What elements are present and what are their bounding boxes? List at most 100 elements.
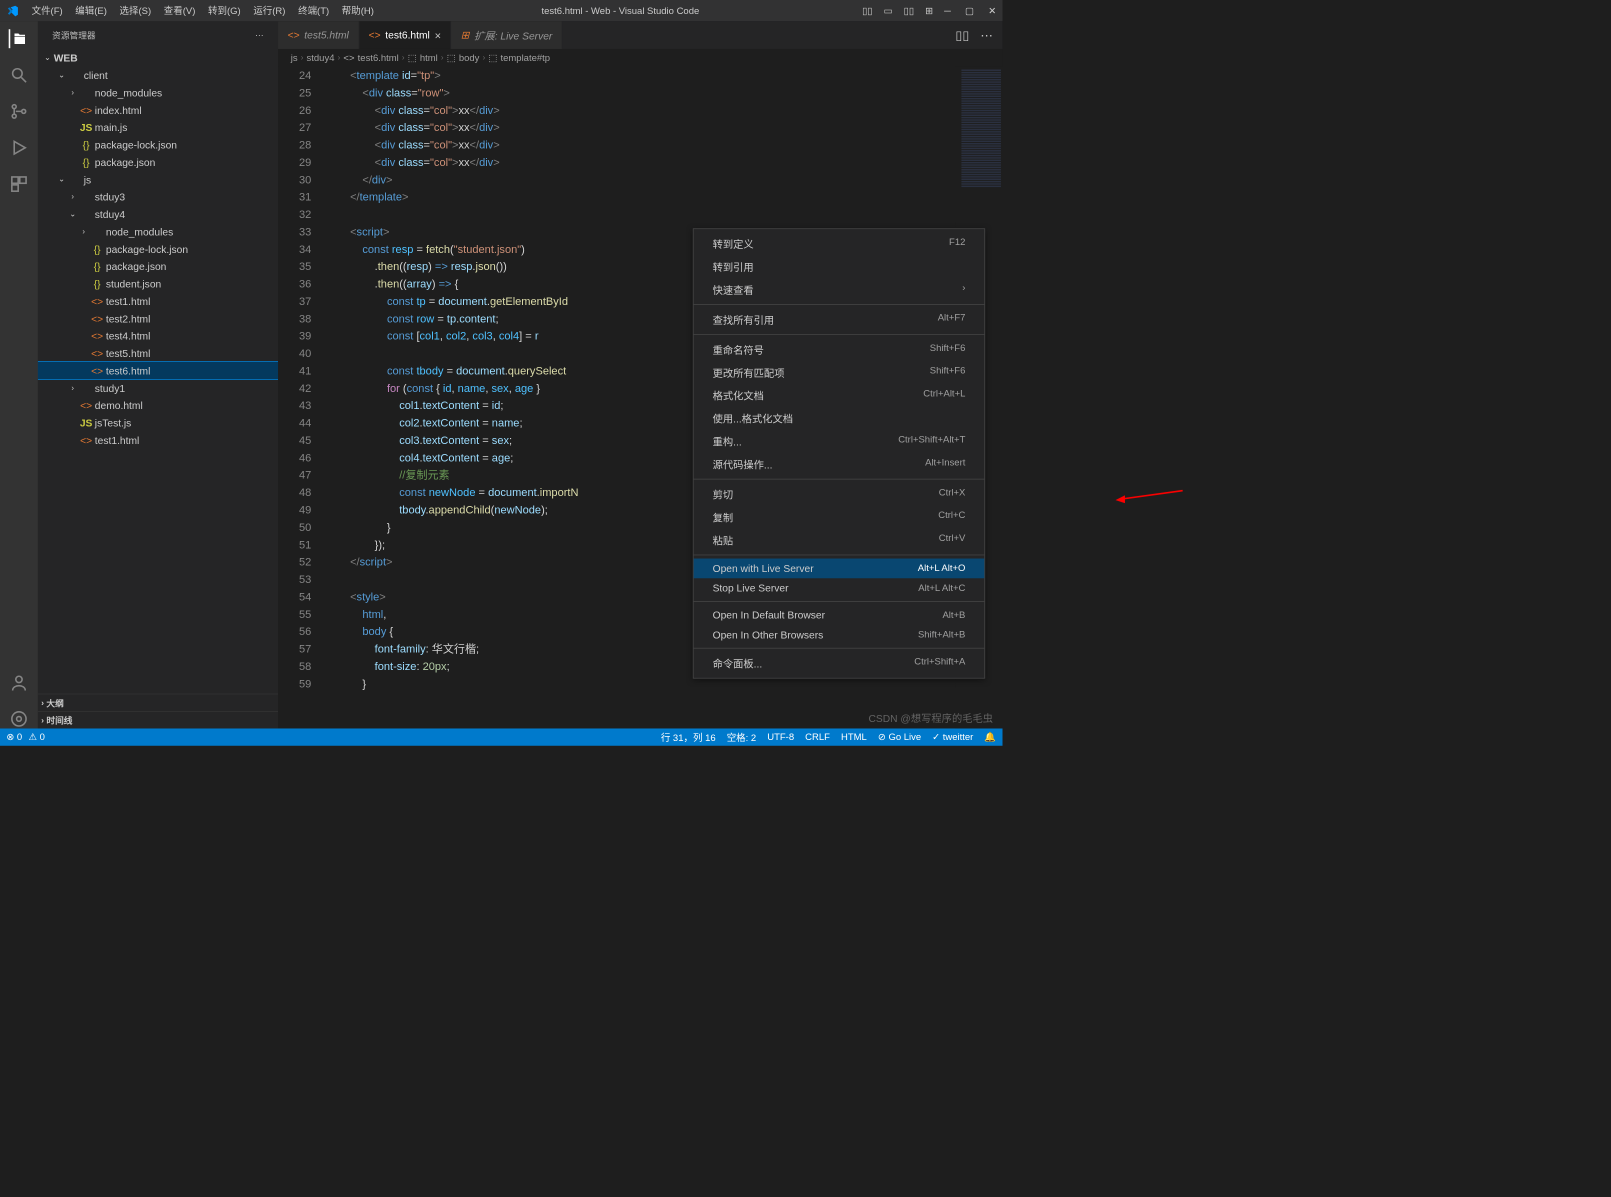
context-menu-item[interactable]: Open In Other BrowsersShift+Alt+B	[694, 625, 985, 645]
tree-item[interactable]: ⌄stduy4	[38, 205, 278, 222]
file-tree: ⌄client›node_modules<>index.htmlJSmain.j…	[38, 66, 278, 693]
editor-tab[interactable]: <>test6.html×	[359, 21, 451, 49]
sidebar-header: 资源管理器 ⋯	[38, 21, 278, 49]
account-icon[interactable]	[9, 673, 28, 692]
status-warnings[interactable]: ⚠ 0	[28, 732, 44, 743]
tree-item[interactable]: <>test5.html	[38, 344, 278, 361]
tree-root[interactable]: ⌄WEB	[38, 49, 278, 66]
main-area: 资源管理器 ⋯ ⌄WEB ⌄client›node_modules<>index…	[0, 21, 1003, 728]
window-title: test6.html - Web - Visual Studio Code	[379, 5, 862, 16]
status-spaces[interactable]: 空格: 2	[727, 730, 757, 743]
tree-item[interactable]: ⌄client	[38, 66, 278, 83]
menu-item[interactable]: 运行(R)	[249, 2, 291, 19]
context-menu: 转到定义F12转到引用快速查看› 查找所有引用Alt+F7 重命名符号Shift+F…	[693, 228, 985, 678]
close-icon[interactable]: ✕	[988, 5, 996, 16]
context-menu-item[interactable]: 命令面板...Ctrl+Shift+A	[694, 652, 985, 675]
context-menu-item[interactable]: Open with Live ServerAlt+L Alt+O	[694, 559, 985, 579]
context-menu-item[interactable]: 更改所有匹配项Shift+F6	[694, 361, 985, 384]
more-icon[interactable]: ⋯	[980, 27, 993, 43]
menu-item[interactable]: 转到(G)	[203, 2, 245, 19]
context-menu-item[interactable]: Stop Live ServerAlt+L Alt+C	[694, 578, 985, 598]
status-errors[interactable]: ⊗ 0	[6, 732, 22, 743]
status-bell-icon[interactable]: 🔔	[984, 732, 996, 743]
more-icon[interactable]: ⋯	[255, 30, 264, 40]
tree-item[interactable]: <>demo.html	[38, 397, 278, 414]
tree-item[interactable]: JSjsTest.js	[38, 414, 278, 431]
tree-item[interactable]: <>test6.html	[38, 362, 278, 379]
context-menu-item[interactable]: 使用...格式化文档	[694, 407, 985, 430]
context-menu-item[interactable]: 快速查看›	[694, 278, 985, 301]
tree-item[interactable]: <>test2.html	[38, 310, 278, 327]
status-golive[interactable]: ⊘ Go Live	[878, 732, 921, 743]
tree-item[interactable]: ›stduy3	[38, 188, 278, 205]
status-position[interactable]: 行 31，列 16	[661, 730, 716, 743]
breadcrumb-item[interactable]: stduy4	[307, 52, 335, 63]
search-icon[interactable]	[9, 66, 28, 85]
menu-item[interactable]: 终端(T)	[293, 2, 334, 19]
menu-item[interactable]: 选择(S)	[115, 2, 156, 19]
debug-icon[interactable]	[9, 138, 28, 157]
tree-item[interactable]: <>test1.html	[38, 292, 278, 309]
timeline-section[interactable]: › 时间线	[38, 711, 278, 728]
context-menu-item[interactable]: 剪切Ctrl+X	[694, 483, 985, 506]
tree-item[interactable]: ›node_modules	[38, 84, 278, 101]
menu-item[interactable]: 编辑(E)	[71, 2, 112, 19]
tree-item[interactable]: {}student.json	[38, 275, 278, 292]
context-menu-item[interactable]: 重命名符号Shift+F6	[694, 338, 985, 361]
tree-item[interactable]: <>test1.html	[38, 431, 278, 448]
breadcrumb-item[interactable]: html	[420, 52, 438, 63]
breadcrumb-item[interactable]: test6.html	[358, 52, 399, 63]
menu-item[interactable]: 文件(F)	[27, 2, 68, 19]
context-menu-item[interactable]: 源代码操作...Alt+Insert	[694, 453, 985, 476]
activity-bar	[0, 21, 38, 728]
source-control-icon[interactable]	[9, 102, 28, 121]
layout-icon[interactable]: ▯▯	[862, 5, 872, 16]
menu-item[interactable]: 帮助(H)	[337, 2, 379, 19]
status-lang[interactable]: HTML	[841, 732, 867, 743]
explorer-icon[interactable]	[9, 29, 28, 48]
line-numbers: 2425262728293031323334353637383940414243…	[278, 66, 325, 728]
tree-item[interactable]: JSmain.js	[38, 119, 278, 136]
menu-item[interactable]: 查看(V)	[159, 2, 200, 19]
layout-icon[interactable]: ▭	[884, 5, 893, 16]
tree-item[interactable]: {}package-lock.json	[38, 136, 278, 153]
status-encoding[interactable]: UTF-8	[767, 732, 794, 743]
context-menu-item[interactable]: 转到引用	[694, 255, 985, 278]
breadcrumb-item[interactable]: body	[459, 52, 480, 63]
context-menu-item[interactable]: Open In Default BrowserAlt+B	[694, 605, 985, 625]
settings-icon[interactable]	[9, 709, 28, 728]
breadcrumb-item[interactable]: js	[291, 52, 298, 63]
context-menu-item[interactable]: 格式化文档Ctrl+Alt+L	[694, 384, 985, 407]
tree-item[interactable]: ›study1	[38, 379, 278, 396]
tree-item[interactable]: <>index.html	[38, 101, 278, 118]
context-menu-item[interactable]: 查找所有引用Alt+F7	[694, 308, 985, 331]
tree-item[interactable]: ⌄js	[38, 171, 278, 188]
context-menu-item[interactable]: 重构...Ctrl+Shift+Alt+T	[694, 430, 985, 453]
context-menu-item[interactable]: 转到定义F12	[694, 232, 985, 255]
context-menu-item[interactable]: 复制Ctrl+C	[694, 506, 985, 529]
tree-item[interactable]: {}package-lock.json	[38, 240, 278, 257]
status-tweet[interactable]: ✓ tweitter	[932, 732, 973, 743]
status-eol[interactable]: CRLF	[805, 732, 830, 743]
editor-tab[interactable]: ⊞扩展: Live Server	[451, 21, 562, 49]
extensions-icon[interactable]	[9, 175, 28, 194]
editor-area: <>test5.html<>test6.html×⊞扩展: Live Serve…	[278, 21, 1002, 728]
tree-item[interactable]: ›node_modules	[38, 223, 278, 240]
split-icon[interactable]: ▯▯	[955, 27, 969, 43]
context-menu-item[interactable]: 粘贴Ctrl+V	[694, 529, 985, 552]
layout-icon[interactable]: ▯▯	[904, 5, 914, 16]
tree-item[interactable]: {}package.json	[38, 153, 278, 170]
maximize-icon[interactable]: ▢	[965, 5, 974, 16]
editor-tab[interactable]: <>test5.html	[278, 21, 359, 49]
tree-item[interactable]: <>test4.html	[38, 327, 278, 344]
explorer-sidebar: 资源管理器 ⋯ ⌄WEB ⌄client›node_modules<>index…	[38, 21, 278, 728]
tree-item[interactable]: {}package.json	[38, 258, 278, 275]
minimize-icon[interactable]: ─	[944, 5, 951, 16]
status-bar: ⊗ 0 ⚠ 0 行 31，列 16 空格: 2 UTF-8 CRLF HTML …	[0, 728, 1003, 745]
layout-icon[interactable]: ⊞	[925, 5, 933, 16]
title-bar: 文件(F)编辑(E)选择(S)查看(V)转到(G)运行(R)终端(T)帮助(H)…	[0, 0, 1003, 21]
breadcrumbs[interactable]: js›stduy4›<> test6.html›⬚ html›⬚ body›⬚ …	[278, 49, 1002, 66]
outline-section[interactable]: › 大纲	[38, 694, 278, 711]
tab-close-icon[interactable]: ×	[435, 29, 441, 42]
breadcrumb-item[interactable]: template#tp	[500, 52, 550, 63]
